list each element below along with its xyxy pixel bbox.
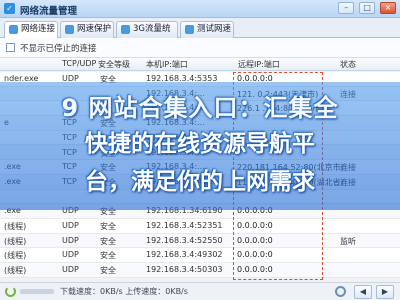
status-meter xyxy=(20,289,54,294)
cell-status: 监听 xyxy=(340,236,356,246)
cell-process: (线程) xyxy=(4,222,27,231)
shield-icon xyxy=(65,25,74,34)
speedometer-icon xyxy=(185,25,194,34)
table-row[interactable]: (线程) UDP 安全 192.168.3.4:52351 0.0.0.0:0 xyxy=(0,219,400,234)
col-status[interactable]: 状态 xyxy=(340,59,356,70)
hide-stopped-label: 不显示已停止的连接 xyxy=(20,44,97,54)
col-safety[interactable]: 安全等级 xyxy=(98,59,130,70)
cell-protocol: UDP xyxy=(62,221,79,230)
tab-speed-protect[interactable]: 网速保护 xyxy=(60,21,114,38)
window-title: 网络流量管理 xyxy=(20,6,78,17)
table-row[interactable]: (线程) UDP 安全 192.168.3.4:52550 0.0.0.0:0 监听 xyxy=(0,233,400,249)
tab-bar: 网络连接 网速保护 3G流量统计 测试网速 xyxy=(0,18,400,49)
status-bar: 下载速度：0KB/s 上传速度：0KB/s ◀ ▶ xyxy=(0,282,400,300)
toolbar: 不显示已停止的连接 xyxy=(0,38,400,58)
cell-local: 192.168.3.4:52351 xyxy=(146,221,223,230)
gear-icon[interactable] xyxy=(335,286,346,297)
cell-safety: 安全 xyxy=(100,266,116,276)
cell-process: (线程) xyxy=(4,251,27,261)
tab-label: 网络连接 xyxy=(21,24,56,34)
banner-overlay: 9 网站合集入口：汇集全 快捷的在线资源导航平 台，满足你的上网需求 xyxy=(0,82,400,210)
tab-3g-stats[interactable]: 3G流量统计 xyxy=(116,21,178,49)
network-icon xyxy=(9,25,18,34)
hide-stopped-checkbox[interactable] xyxy=(6,43,15,52)
cell-local: 192.168.3.4:50303 xyxy=(146,265,223,275)
cell-safety: 安全 xyxy=(100,236,116,246)
cell-safety: 安全 xyxy=(100,222,116,231)
cell-protocol: UDP xyxy=(62,250,79,260)
col-remote[interactable]: 远程IP:端口 xyxy=(238,59,280,70)
title-bar: ✓ 网络流量管理 – □ × xyxy=(0,0,400,18)
cell-process: (线程) xyxy=(4,266,27,276)
window-controls: – □ × xyxy=(336,2,396,14)
chart-icon xyxy=(121,25,130,34)
minimize-button[interactable]: – xyxy=(338,2,355,14)
col-protocol[interactable]: TCP/UDP xyxy=(62,59,96,68)
table-header: TCP/UDP 安全等级 本机IP:端口 远程IP:端口 状态 xyxy=(0,58,400,71)
close-button[interactable]: × xyxy=(380,2,396,14)
status-text: 下载速度：0KB/s 上传速度：0KB/s xyxy=(60,287,188,296)
banner-line-2: 快捷的在线资源导航平 xyxy=(85,131,315,157)
cell-protocol: UDP xyxy=(62,265,79,275)
col-local[interactable]: 本机IP:端口 xyxy=(146,59,188,70)
cell-safety: 安全 xyxy=(100,251,116,261)
app-icon: ✓ xyxy=(4,3,15,14)
cell-remote: 0.0.0.0:0 xyxy=(237,221,273,230)
cell-local: 192.168.3.4:49302 xyxy=(146,250,223,260)
banner-line-1: 9 网站合集入口：汇集全 xyxy=(61,94,339,122)
banner-line-3: 台，满足你的上网需求 xyxy=(85,169,315,195)
prev-button[interactable]: ◀ xyxy=(354,285,372,299)
tab-network-connections[interactable]: 网络连接 xyxy=(4,21,58,39)
next-button[interactable]: ▶ xyxy=(376,285,394,299)
tab-speed-test[interactable]: 测试网速 xyxy=(180,21,234,38)
refresh-icon[interactable] xyxy=(5,286,16,297)
cell-remote: 0.0.0.0:0 xyxy=(237,235,273,245)
cell-remote: 0.0.0.0:0 xyxy=(237,265,273,275)
cell-protocol: UDP xyxy=(62,235,79,245)
tab-label: 测试网速 xyxy=(197,24,232,34)
cell-process: (线程) xyxy=(4,236,27,246)
cell-local: 192.168.3.4:52550 xyxy=(146,235,223,245)
maximize-button[interactable]: □ xyxy=(359,2,376,14)
tab-label: 网速保护 xyxy=(77,24,112,34)
table-row[interactable]: (线程) UDP 安全 192.168.3.4:50303 0.0.0.0:0 xyxy=(0,263,400,278)
table-row[interactable]: (线程) UDP 安全 192.168.3.4:49302 0.0.0.0:0 xyxy=(0,248,400,264)
cell-remote: 0.0.0.0:0 xyxy=(237,250,273,260)
